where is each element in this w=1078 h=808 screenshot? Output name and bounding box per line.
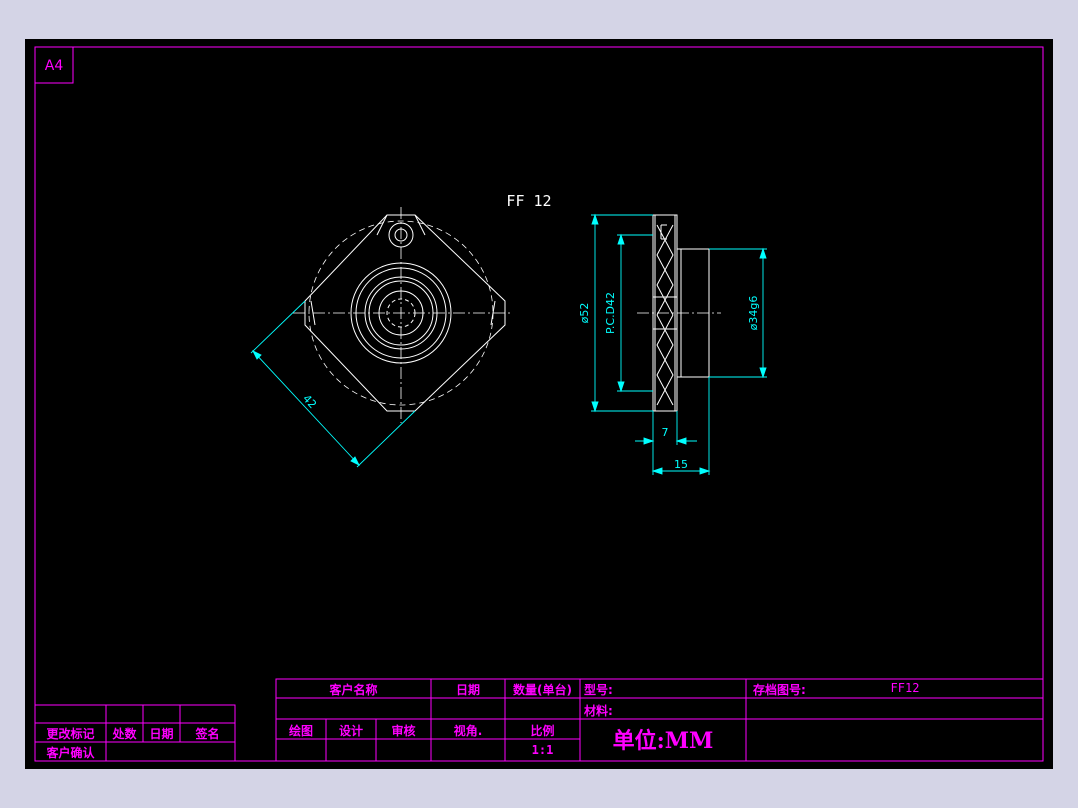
dim-diagonal-42: [250, 300, 416, 468]
signature-label: 签名: [195, 727, 220, 741]
dim-label-7: 7: [662, 426, 669, 439]
unit-label: 单位:MM: [612, 728, 714, 754]
count-label: 处数: [112, 727, 137, 741]
revision-date-label: 日期: [149, 727, 174, 741]
sheet-frame: [34, 46, 1044, 762]
dim-label-42: 42: [300, 392, 319, 411]
size-label: A4: [45, 58, 64, 74]
archive-value: FF12: [890, 681, 920, 695]
date-label: 日期: [455, 683, 480, 697]
cad-drawing: A4 42 FF 12 ø52 P.C.D42 ø34g6 7 15: [34, 46, 1044, 762]
quantity-label: 数量(单台): [513, 683, 572, 697]
drawn-label: 绘图: [288, 724, 313, 738]
side-view: [637, 214, 721, 412]
part-title: FF 12: [506, 192, 551, 210]
dim-label-pcd42: P.C.D42: [604, 292, 617, 334]
front-view: [293, 207, 513, 423]
customer-name-label: 客户名称: [329, 683, 378, 697]
dim-label-34g6: ø34g6: [747, 296, 760, 331]
dim-label-15: 15: [674, 458, 688, 471]
customer-confirm-label: 客户确认: [46, 746, 95, 760]
view-angle-label: 视角.: [453, 724, 483, 738]
model-label: 型号:: [584, 683, 613, 697]
side-dimensions: [591, 213, 767, 475]
checked-label: 审核: [391, 724, 416, 738]
scale-label: 比例: [530, 724, 555, 738]
drawing-sheet: A4 42 FF 12 ø52 P.C.D42 ø34g6 7 15 客户名称 …: [25, 39, 1053, 769]
change-mark-label: 更改标记: [46, 727, 95, 741]
designed-label: 设计: [338, 724, 363, 738]
material-label: 材料:: [584, 704, 613, 718]
dim-label-52: ø52: [578, 303, 591, 324]
archive-label: 存档图号:: [753, 683, 806, 697]
scale-value: 1:1: [531, 743, 554, 757]
